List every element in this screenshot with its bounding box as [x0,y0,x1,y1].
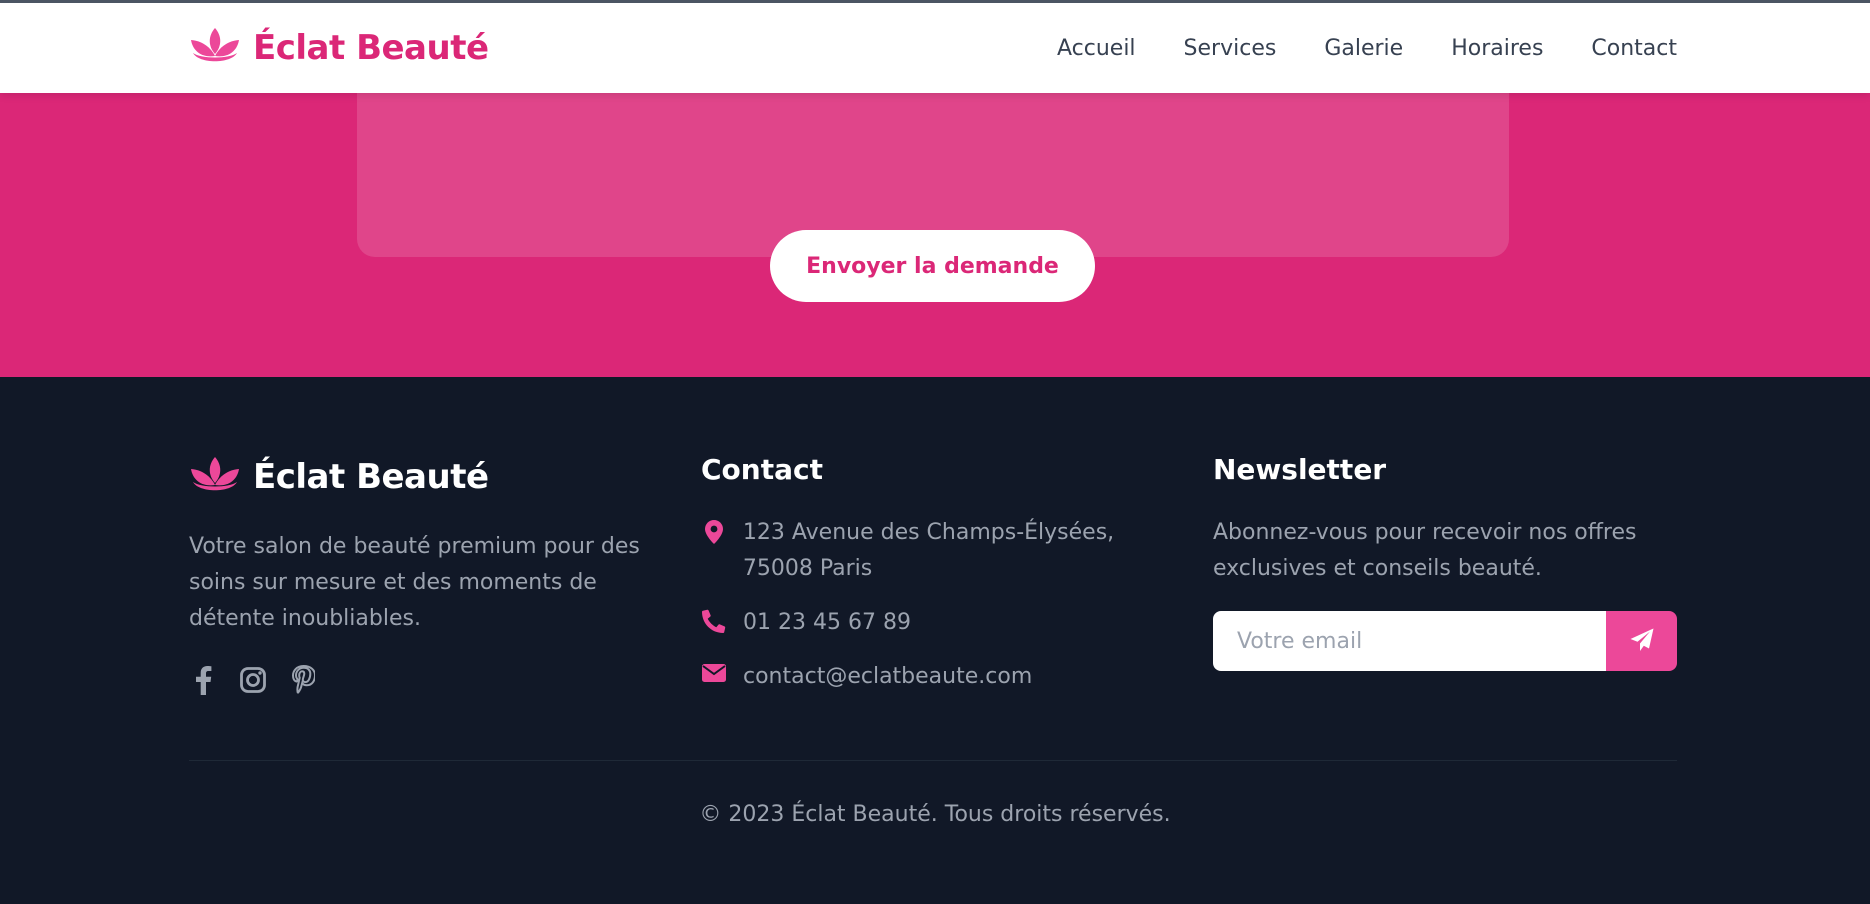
phone-icon [701,605,727,633]
footer-divider [189,760,1677,761]
newsletter-form [1213,611,1677,671]
brand-name: Éclat Beauté [253,28,489,68]
email-link[interactable]: contact@eclatbeaute.com [743,659,1032,695]
contact-address: 123 Avenue des Champs-Élysées, 75008 Par… [701,515,1181,587]
footer-brand-name: Éclat Beauté [253,457,489,497]
newsletter-submit-button[interactable] [1606,611,1677,671]
lotus-icon [189,455,241,499]
nav-accueil[interactable]: Accueil [1057,36,1136,61]
nav-services[interactable]: Services [1184,36,1277,61]
contact-title: Contact [701,453,823,486]
nav-horaires[interactable]: Horaires [1451,36,1543,61]
newsletter-email-input[interactable] [1213,611,1606,671]
newsletter-title: Newsletter [1213,453,1387,486]
footer-description: Votre salon de beauté premium pour des s… [189,534,640,631]
copyright-text: © 2023 Éclat Beauté. Tous droits réservé… [699,802,1171,827]
contact-phone: 01 23 45 67 89 [701,605,911,641]
site-footer: Éclat Beauté Votre salon de beauté premi… [0,377,1870,904]
pinterest-icon[interactable] [289,664,317,696]
navbar-inner: Éclat Beauté Accueil Services Galerie Ho… [189,3,1677,93]
contact-email: contact@eclatbeaute.com [701,659,1032,695]
nav-galerie[interactable]: Galerie [1324,36,1403,61]
contact-section: Envoyer la demande [0,93,1870,377]
phone-link[interactable]: 01 23 45 67 89 [743,605,911,641]
footer-brand: Éclat Beauté [189,455,489,499]
paper-plane-icon [1630,628,1654,655]
top-navbar: Éclat Beauté Accueil Services Galerie Ho… [0,0,1870,93]
nav-contact[interactable]: Contact [1591,36,1677,61]
brand-logo-link[interactable]: Éclat Beauté [189,26,489,70]
lotus-icon [189,26,241,70]
social-links [189,664,317,696]
instagram-icon[interactable] [239,664,267,696]
map-pin-icon [701,515,727,544]
facebook-icon[interactable] [189,664,217,696]
envelope-icon [701,659,727,685]
newsletter-description: Abonnez-vous pour recevoir nos offres ex… [1213,520,1637,581]
address-text: 123 Avenue des Champs-Élysées, 75008 Par… [742,520,1115,581]
send-request-button[interactable]: Envoyer la demande [770,230,1095,302]
main-nav: Accueil Services Galerie Horaires Contac… [1057,36,1677,61]
